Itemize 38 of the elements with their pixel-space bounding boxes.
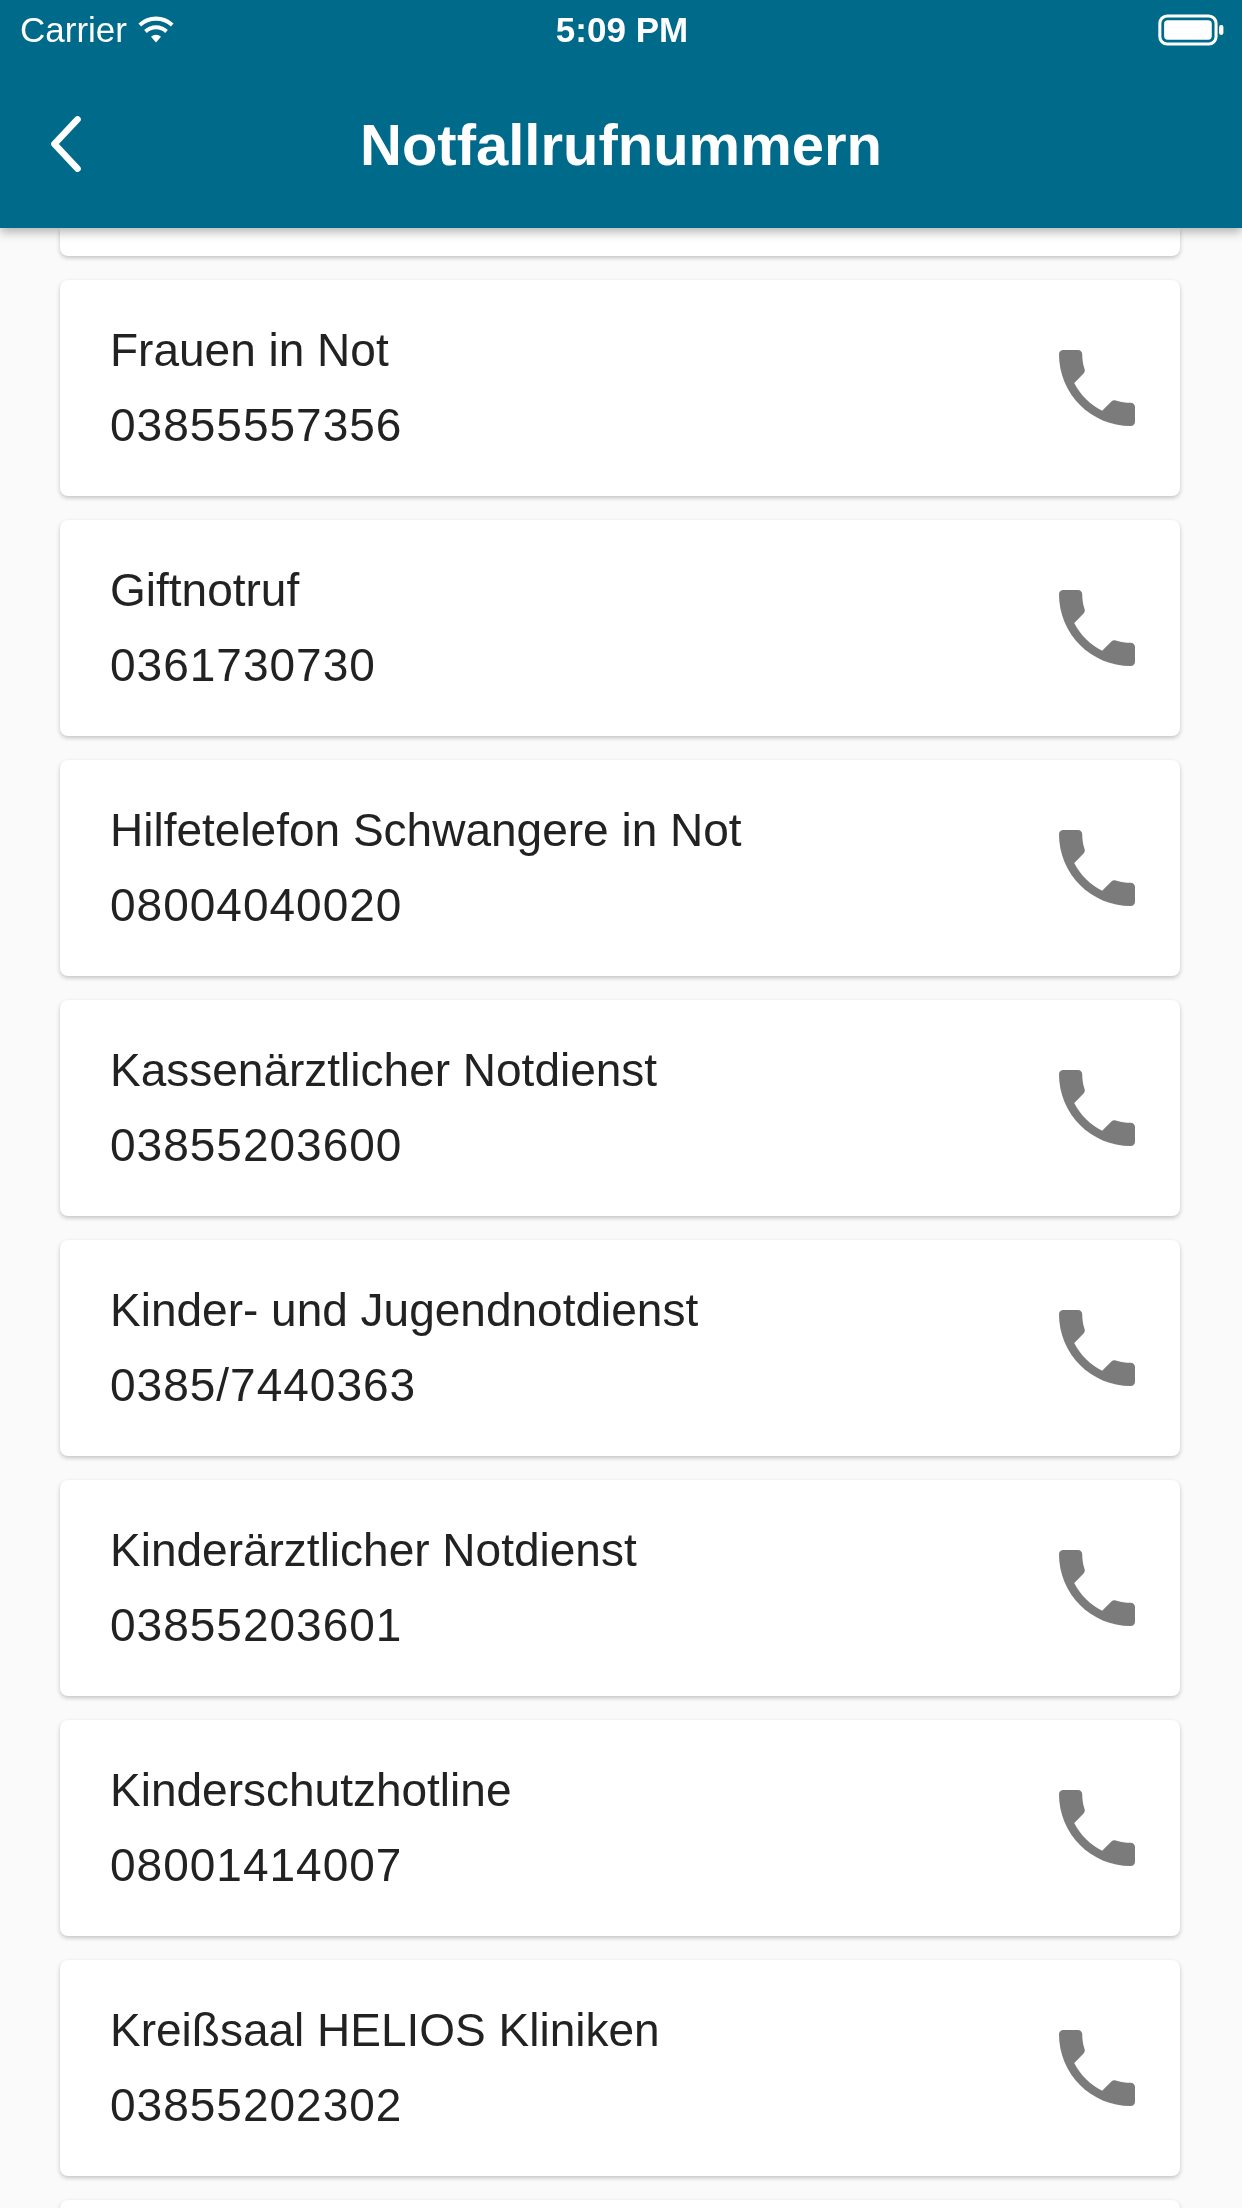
contact-card[interactable]: Hilfetelefon Schwangere in Not 08004040020	[60, 760, 1180, 976]
contact-name: Kinderschutzhotline	[110, 1763, 512, 1818]
contact-name: Giftnotruf	[110, 563, 301, 618]
phone-number: 03855203601	[110, 1598, 404, 1653]
phone-number: 0385/7440363	[110, 1358, 418, 1413]
contact-name: Hilfetelefon Schwangere in Not	[110, 803, 742, 858]
phone-number: 03855202302	[110, 2078, 404, 2133]
status-time: 5:09 PM	[555, 10, 689, 50]
carrier-label: Carrier	[20, 10, 127, 50]
contact-card[interactable]: Kreißsaal HELIOS Kliniken 03855202302	[60, 1960, 1180, 2176]
contact-name: Kassenärztlicher Notdienst	[110, 1043, 658, 1098]
phone-number: 08004040020	[110, 878, 404, 933]
screen-title: Notfallrufnummern	[360, 110, 882, 178]
phone-icon[interactable]	[1059, 2030, 1135, 2106]
contact-card[interactable]: Giftnotruf 0361730730	[60, 520, 1180, 736]
battery-icon	[1158, 14, 1224, 46]
contact-name: Kinder- und Jugendnotdienst	[110, 1283, 699, 1338]
contact-name: Kinderärztlicher Notdienst	[110, 1523, 637, 1578]
phone-icon[interactable]	[1059, 830, 1135, 906]
phone-number: 03855203600	[110, 1118, 404, 1173]
phone-icon[interactable]	[1059, 1790, 1135, 1866]
phone-icon[interactable]	[1059, 350, 1135, 426]
contact-name: Kreißsaal HELIOS Kliniken	[110, 2003, 660, 2058]
contact-card[interactable]: Kinder- und Jugendnotdienst 0385/7440363	[60, 1240, 1180, 1456]
back-button[interactable]	[48, 115, 84, 173]
phone-number: 03855557356	[110, 398, 403, 453]
phone-icon[interactable]	[1059, 1070, 1135, 1146]
contact-card[interactable]: Kinderschutzhotline 08001414007	[60, 1720, 1180, 1936]
contact-card[interactable]: Kinderärztlicher Notdienst 03855203601	[60, 1480, 1180, 1696]
contact-card[interactable]: Kassenärztlicher Notdienst 03855203600	[60, 1000, 1180, 1216]
phone-number: 0361730730	[110, 638, 376, 693]
phone-icon[interactable]	[1059, 1550, 1135, 1626]
contact-name: Frauen in Not	[110, 323, 390, 378]
contact-card[interactable]: Frauen in Not 03855557356	[60, 280, 1180, 496]
phone-icon[interactable]	[1059, 1310, 1135, 1386]
wifi-icon	[136, 16, 175, 44]
phone-number: 08001414007	[110, 1838, 404, 1893]
phone-icon[interactable]	[1059, 590, 1135, 666]
